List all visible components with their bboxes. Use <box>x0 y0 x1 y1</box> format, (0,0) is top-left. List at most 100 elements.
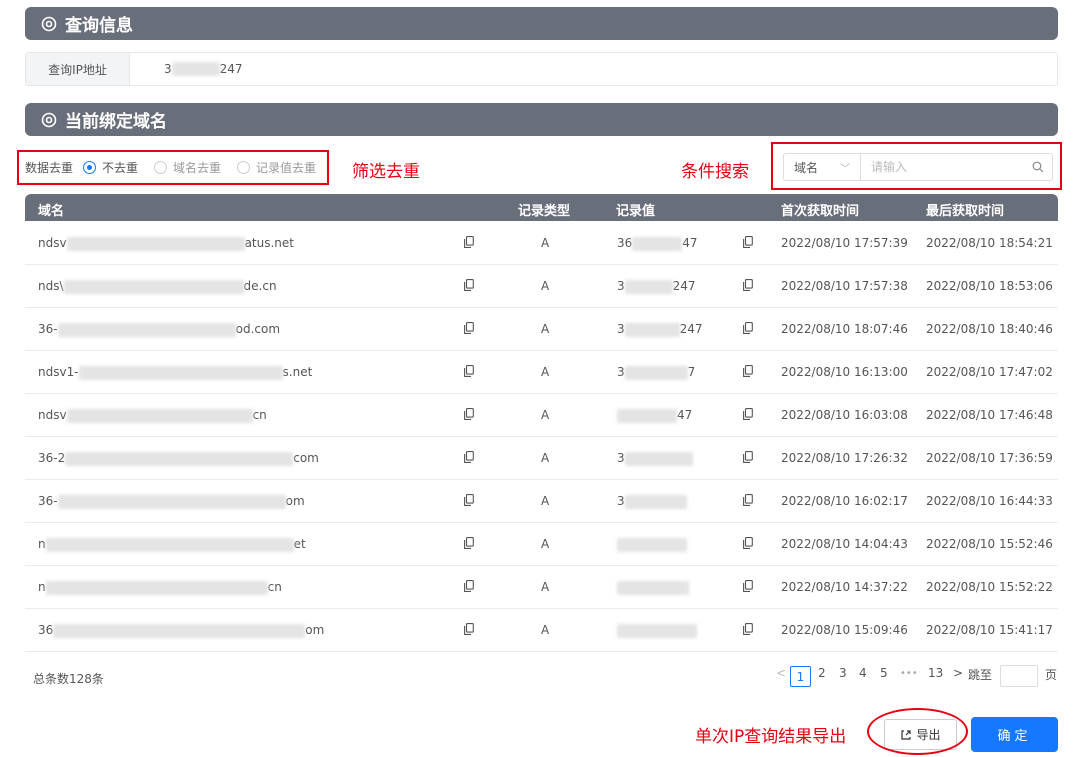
domain-end: om <box>285 494 305 508</box>
redacted-mask <box>57 322 236 337</box>
value-start: 3 <box>617 365 625 379</box>
radio-dot <box>83 161 97 174</box>
annotation-filter: 筛选去重 <box>352 162 420 182</box>
annotation-search: 条件搜索 <box>681 162 749 182</box>
last-time-cell: 2022/08/10 15:52:22 <box>926 580 1053 594</box>
value-end: 47 <box>677 408 693 422</box>
redacted-mask <box>617 537 687 552</box>
table-row: nds\ de.cn A 3 247 2022/08/10 17:57:38 2022/08… <box>25 265 1058 308</box>
first-time-cell: 2022/08/10 17:57:39 <box>781 236 908 250</box>
domain-cell: ndsv1- s.net <box>38 365 312 380</box>
copy-icon[interactable] <box>743 580 753 592</box>
page-3[interactable]: 3 <box>839 666 847 680</box>
page-13[interactable]: 13 <box>928 666 943 680</box>
domain-cell: nds\ de.cn <box>38 279 277 294</box>
redacted-mask <box>617 580 689 595</box>
value-start: 36 <box>617 236 633 250</box>
domain-end: atus.net <box>244 236 295 250</box>
domain-start: ndsv1- <box>38 365 79 379</box>
record-value-cell: 3 247 <box>617 322 703 337</box>
page-2[interactable]: 2 <box>818 666 826 680</box>
col-record-type: 记录类型 <box>518 204 571 219</box>
col-record-value: 记录值 <box>616 204 656 219</box>
copy-icon[interactable] <box>464 365 474 377</box>
page-1[interactable]: 1 <box>790 666 811 687</box>
copy-icon[interactable] <box>464 537 474 549</box>
domain-end: od.com <box>235 322 281 336</box>
search-icon[interactable] <box>1024 161 1052 173</box>
first-time-cell: 2022/08/10 16:13:00 <box>781 365 908 379</box>
bound-domains-title: 当前绑定域名 <box>65 112 167 132</box>
domain-start: n <box>38 537 46 551</box>
copy-icon[interactable] <box>743 365 753 377</box>
last-time-cell: 2022/08/10 15:52:46 <box>926 537 1053 551</box>
page-ellipsis[interactable]: ••• <box>900 668 918 679</box>
table-row: 36- od.com A 3 247 2022/08/10 18:07:46 2022/08… <box>25 308 1058 351</box>
search-input[interactable] <box>861 160 1024 174</box>
col-last-time: 最后获取时间 <box>926 204 1005 219</box>
copy-icon[interactable] <box>743 279 753 291</box>
last-time-cell: 2022/08/10 15:41:17 <box>926 623 1053 637</box>
value-start: 3 <box>617 494 625 508</box>
prev-page-button[interactable]: < <box>776 666 786 680</box>
domain-start: ndsv <box>38 236 67 250</box>
page-unit-label: 页 <box>1045 668 1058 682</box>
copy-icon[interactable] <box>464 322 474 334</box>
domain-end: s.net <box>282 365 313 379</box>
redacted-mask <box>45 580 268 595</box>
first-time-cell: 2022/08/10 17:57:38 <box>781 279 908 293</box>
redacted-mask <box>171 62 220 76</box>
table-row: ndsv1- s.net A 3 7 2022/08/10 16:13:00 2022/08… <box>25 351 1058 394</box>
next-page-button[interactable]: > <box>953 666 963 680</box>
radio-domain-dedup[interactable]: 域名去重 <box>154 159 221 176</box>
domain-start: ndsv <box>38 408 67 422</box>
settings-icon <box>41 16 57 31</box>
copy-icon[interactable] <box>464 494 474 506</box>
query-ip-value-start: 3 <box>164 62 172 76</box>
copy-icon[interactable] <box>464 408 474 420</box>
copy-icon[interactable] <box>743 408 753 420</box>
domain-start: 36-2 <box>38 451 66 465</box>
copy-icon[interactable] <box>464 623 474 635</box>
confirm-button[interactable]: 确定 <box>971 717 1058 752</box>
redacted-mask <box>65 451 294 466</box>
table-row: ndsv atus.net A 36 47 2022/08/10 17:57:39 2022… <box>25 222 1058 265</box>
copy-icon[interactable] <box>743 537 753 549</box>
radio-no-dedup[interactable]: 不去重 <box>83 159 138 176</box>
export-highlight-ring <box>867 708 968 755</box>
redacted-mask <box>66 236 245 251</box>
copy-icon[interactable] <box>464 580 474 592</box>
radio-dot <box>237 161 251 174</box>
jump-page-input[interactable] <box>1000 665 1038 687</box>
domain-start: 36- <box>38 322 58 336</box>
search-field-select[interactable]: 域名 ﹀ <box>784 154 861 180</box>
radio-record-dedup[interactable]: 记录值去重 <box>237 159 316 176</box>
radio-dot <box>154 161 168 174</box>
redacted-mask <box>624 365 688 380</box>
copy-icon[interactable] <box>743 451 753 463</box>
copy-icon[interactable] <box>464 451 474 463</box>
record-type-cell: A <box>541 537 550 551</box>
copy-icon[interactable] <box>743 236 753 248</box>
copy-icon[interactable] <box>743 623 753 635</box>
value-start: 3 <box>617 451 625 465</box>
copy-icon[interactable] <box>464 236 474 248</box>
table-row: n cn A 2022/08/10 14:37:22 2022/08/10 15:52:… <box>25 566 1058 609</box>
total-count: 总条数128条 <box>33 672 104 686</box>
search-highlight: 域名 ﹀ <box>771 142 1062 190</box>
domain-cell: n cn <box>38 580 282 595</box>
domain-start: 36 <box>38 623 54 637</box>
copy-icon[interactable] <box>464 279 474 291</box>
copy-icon[interactable] <box>743 494 753 506</box>
record-type-cell: A <box>541 451 550 465</box>
bound-domains-header: 当前绑定域名 <box>25 103 1058 136</box>
last-time-cell: 2022/08/10 17:47:02 <box>926 365 1053 379</box>
redacted-mask <box>624 451 693 466</box>
page-5[interactable]: 5 <box>880 666 888 680</box>
record-value-cell <box>617 623 697 638</box>
value-start: 3 <box>617 279 625 293</box>
copy-icon[interactable] <box>743 322 753 334</box>
record-value-cell: 3 <box>617 451 693 466</box>
page-4[interactable]: 4 <box>859 666 867 680</box>
dedup-filter: 数据去重 不去重 域名去重 记录值去重 <box>17 150 329 185</box>
